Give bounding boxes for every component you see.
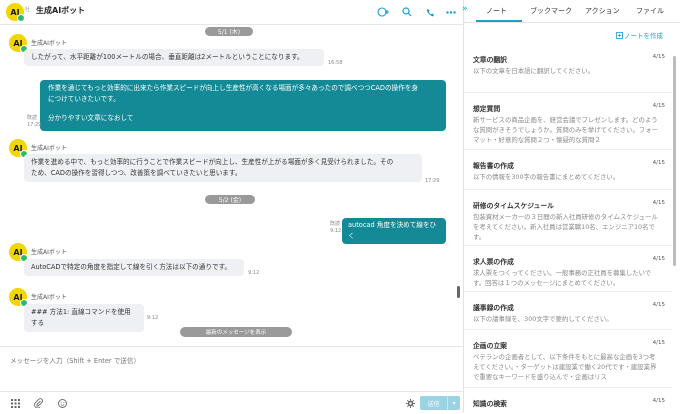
online-indicator [17, 14, 25, 22]
note-date: 4/15 [652, 256, 665, 262]
note-body: ベテランの企画者として、以下条件をもとに最高な企画を3つ考えてください。・ターゲ… [473, 353, 657, 381]
note-title: 報告書の作成 [473, 162, 514, 170]
note-item[interactable]: 文章の翻訳 4/15 以下の文章を日本語に翻訳してください。 [464, 44, 672, 93]
note-body: 以下の文章を日本語に翻訳してください。 [473, 67, 595, 75]
read-status: 既読 17:29 [27, 115, 42, 128]
collapse-panel-icon[interactable]: » [462, 4, 474, 14]
sender-name: 生成AIボット [31, 40, 67, 47]
bot-message: AutoCADで特定の角度を指定して線を引く方法は以下の通りです。 [24, 259, 244, 276]
channel-type-label: 社 [25, 7, 31, 13]
note-body: 新サービスの商品企画を、経営会議でプレゼンします。どのような質問がきそうでしょう… [473, 116, 659, 144]
search-icon[interactable] [400, 5, 414, 19]
note-date: 4/15 [652, 54, 665, 60]
note-title: 知識の検索 [473, 400, 507, 408]
user-message: 作業を通じてもっと効率的に出来たら作業スピードが向上し生産性が高くなる場面が多々… [40, 80, 446, 131]
note-item[interactable]: 知識の検索 4/15 [464, 388, 672, 413]
input-toolbar: 送信 ▾ [0, 391, 463, 414]
tab-actions[interactable]: アクション [585, 6, 620, 16]
side-panel: » ノート ブックマーク アクション ファイル ノートを作成 文章の翻訳 4/1… [462, 0, 680, 413]
note-item[interactable]: 議事録の作成 4/15 以下の議事録を、300文字で要約してください。 [464, 292, 672, 330]
notes-scrollbar-thumb[interactable] [673, 56, 676, 266]
note-item[interactable]: 研修のタイムスケジュール 4/15 包装資材メーカーの３日間の新入社員研修のタイ… [464, 190, 672, 246]
note-title: 研修のタイムスケジュール [473, 202, 554, 210]
note-body: 以下の議事録を、300文字で要約してください。 [473, 315, 613, 323]
read-status: 既読 9:12 [330, 221, 342, 234]
send-options-chevron-icon[interactable]: ▾ [447, 396, 460, 410]
message-input-area [0, 346, 463, 392]
note-icon [616, 32, 623, 39]
date-separator: 5/2 (金) [205, 195, 255, 204]
note-title: 求人票の作成 [473, 258, 514, 266]
tab-bookmarks[interactable]: ブックマーク [530, 6, 572, 16]
note-list: 文章の翻訳 4/15 以下の文章を日本語に翻訳してください。 想定質問 4/15… [464, 44, 672, 413]
bot-avatar: AI [9, 243, 28, 262]
notes-scrollbar[interactable] [672, 44, 678, 413]
note-date: 4/15 [652, 200, 665, 206]
bot-avatar: AI [9, 288, 28, 307]
settings-gear-icon[interactable] [404, 397, 416, 409]
send-button[interactable]: 送信 ▾ [420, 396, 460, 410]
message-list: 5/1 (木) AI 生成AIボット したがって、水平距離が100メートルの場合… [0, 25, 463, 345]
show-latest-button[interactable]: 最新のメッセージを表示 [180, 327, 292, 337]
tab-files[interactable]: ファイル [636, 6, 664, 16]
message-time: 17:29 [425, 178, 440, 184]
chat-scrollbar[interactable] [456, 28, 461, 346]
note-title: 想定質問 [473, 105, 501, 113]
note-item[interactable]: 企画の立案 4/15 ベテランの企画者として、以下条件をもとに最高な企画を3つ考… [464, 330, 672, 388]
note-item[interactable]: 想定質問 4/15 新サービスの商品企画を、経営会議でプレゼンします。どのような… [464, 93, 672, 150]
chat-title: 生成AIボット [36, 6, 86, 15]
bot-message: したがって、水平距離が100メートルの場合、垂直距離は2メートルということになり… [24, 49, 324, 66]
date-separator: 5/1 (木) [205, 27, 253, 36]
chat-scrollbar-thumb[interactable] [457, 286, 460, 298]
note-item[interactable]: 報告書の作成 4/15 以下の情報を300字の報告書にまとめてください。 [464, 150, 672, 190]
message-time: 9:12 [248, 270, 260, 276]
note-body: 以下の情報を300字の報告書にまとめてください。 [473, 173, 620, 181]
user-message: autocad 角度を決めて線をひく [342, 218, 446, 244]
message-time: 16:58 [328, 60, 343, 66]
note-title: 文章の翻訳 [473, 56, 507, 64]
add-member-icon[interactable] [376, 5, 392, 19]
attachment-icon[interactable] [32, 397, 44, 409]
bot-message: 作業を進める中で、もっと効率的に行うことで作業スピードが向上し、生産性が上がる場… [24, 154, 422, 182]
sender-name: 生成AIボット [31, 294, 67, 301]
side-tabs: » ノート ブックマーク アクション ファイル [462, 0, 680, 23]
note-title: 企画の立案 [473, 342, 507, 350]
create-note-button[interactable]: ノートを作成 [616, 30, 663, 40]
bot-message: ### 方法1: 直線コマンドを使用する [24, 304, 144, 332]
emoji-icon[interactable] [56, 397, 68, 409]
note-item[interactable]: 求人票の作成 4/15 求人票をつくってください。一般事務の正社員を募集したいで… [464, 246, 672, 292]
sender-name: 生成AIボット [31, 145, 67, 152]
chat-panel: AI 社 生成AIボット 5/1 (木) AI 生成AIボット したがって、水平… [0, 0, 463, 413]
message-input[interactable] [8, 353, 452, 387]
note-body: 包装資材メーカーの３日間の新入社員研修のタイムスケジュールを考えてください。新入… [473, 213, 658, 241]
note-date: 4/15 [652, 340, 665, 346]
note-date: 4/15 [652, 398, 665, 404]
note-title: 議事録の作成 [473, 304, 514, 312]
note-body: 求人票をつくってください。一般事務の正社員を募集したいです。回答は１つのメッセー… [473, 269, 652, 287]
phone-icon[interactable] [423, 5, 437, 19]
note-date: 4/15 [652, 103, 665, 109]
more-icon[interactable] [444, 5, 458, 19]
note-date: 4/15 [652, 302, 665, 308]
tab-notes[interactable]: ノート [486, 6, 507, 16]
bot-avatar[interactable]: AI [6, 3, 25, 22]
message-time: 9:12 [147, 315, 159, 321]
note-date: 4/15 [652, 160, 665, 166]
sender-name: 生成AIボット [31, 249, 67, 256]
active-tab-indicator [476, 20, 522, 22]
chat-header: AI 社 生成AIボット [0, 0, 463, 25]
apps-grid-icon[interactable] [9, 397, 21, 409]
